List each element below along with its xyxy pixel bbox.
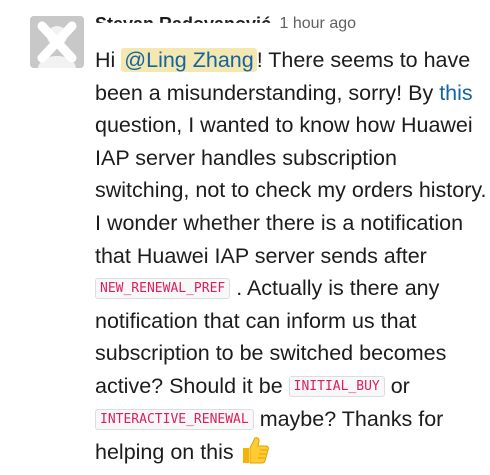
message-text: or [384, 373, 410, 398]
thumbs-up-icon [240, 435, 270, 465]
message-text: question, I wanted to know how Huawei IA… [95, 113, 487, 268]
avatar[interactable] [30, 16, 84, 68]
inline-code: NEW_RENEWAL_PREF [95, 278, 231, 300]
message-body: Hi @Ling Zhang! There seems to have been… [95, 44, 487, 469]
chat-message: Stevan Radovanović 1 hour ago Hi @Ling Z… [0, 0, 490, 475]
user-avatar-placeholder-icon [30, 16, 84, 68]
question-link[interactable]: this [439, 81, 472, 105]
timestamp[interactable]: 1 hour ago [280, 13, 357, 35]
message-text: Hi [95, 48, 122, 72]
user-mention[interactable]: @Ling Zhang [121, 48, 257, 72]
sender-name[interactable]: Stevan Radovanović [95, 13, 271, 23]
inline-code: INTERACTIVE_RENEWAL [95, 408, 254, 430]
inline-code: INITIAL_BUY [288, 375, 385, 397]
message-header: Stevan Radovanović 1 hour ago [95, 13, 356, 43]
